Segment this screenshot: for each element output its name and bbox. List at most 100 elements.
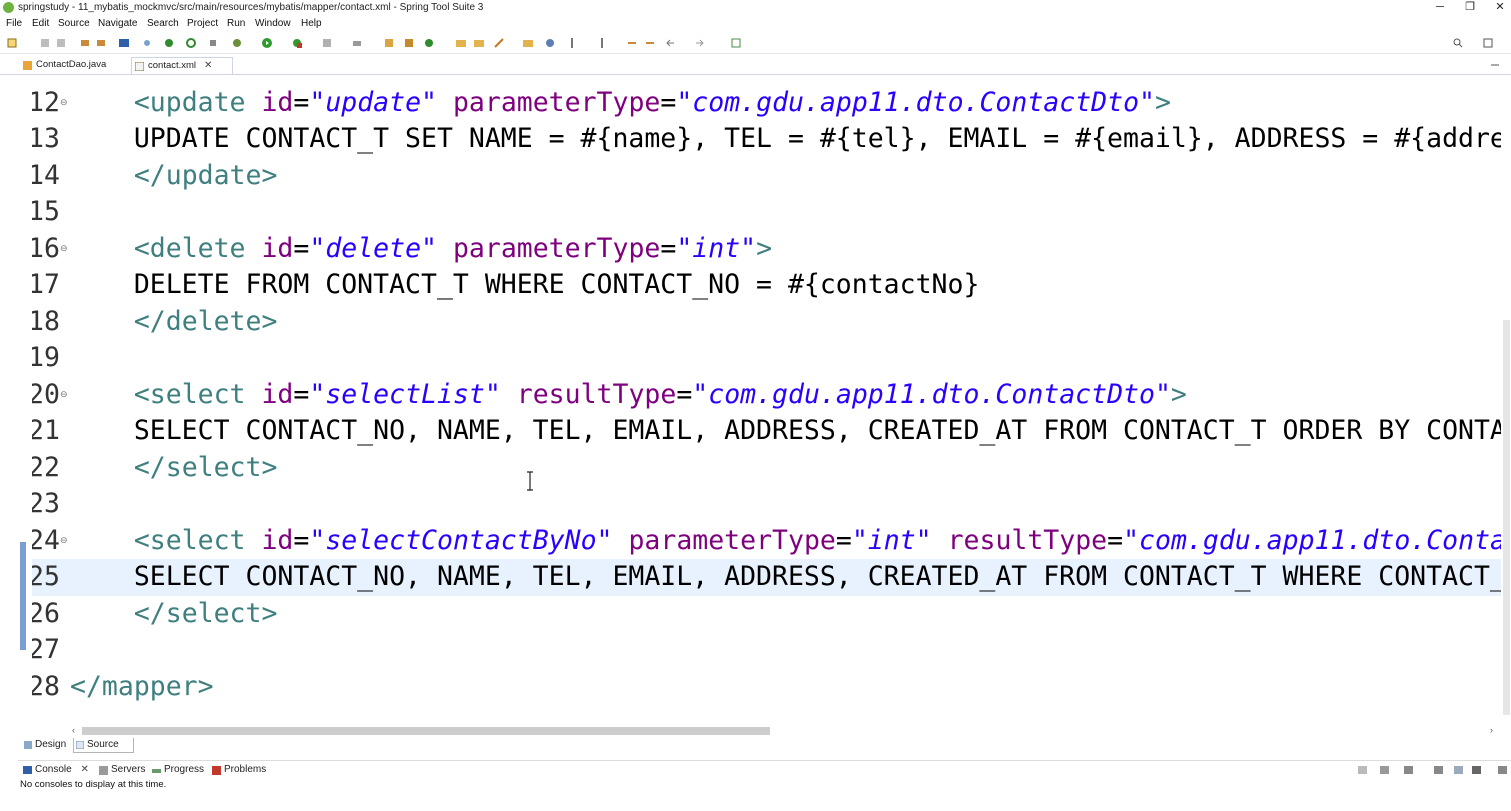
line-number: 26 xyxy=(32,597,60,629)
open-resource-icon[interactable] xyxy=(96,38,106,48)
code-line[interactable]: 21 SELECT CONTACT_NO, NAME, TEL, EMAIL, … xyxy=(32,413,1501,450)
code-line[interactable]: 26 </select> xyxy=(32,596,1501,633)
menu-window[interactable]: Window xyxy=(255,18,291,29)
line-number: 16 xyxy=(32,232,60,264)
skip-breakpoints-icon[interactable] xyxy=(142,38,152,48)
external-tools-icon[interactable] xyxy=(292,38,302,48)
fold-toggle-icon[interactable]: ⊖ xyxy=(60,390,68,400)
menu-navigate[interactable]: Navigate xyxy=(98,18,137,29)
tab-contact-xml[interactable]: contact.xml ✕ xyxy=(131,57,233,74)
last-edit-icon[interactable] xyxy=(627,38,637,48)
stop-icon[interactable] xyxy=(322,38,332,48)
back-icon[interactable] xyxy=(665,38,675,48)
annotation-ruler xyxy=(18,75,32,723)
code-line[interactable]: 13 UPDATE CONTACT_T SET NAME = #{name}, … xyxy=(32,121,1501,158)
horizontal-scrollbar[interactable]: ‹ › xyxy=(70,724,1501,737)
prev-annotation-icon[interactable] xyxy=(597,38,607,48)
fold-toggle-icon[interactable]: ⊖ xyxy=(60,536,68,546)
open-type-icon[interactable] xyxy=(80,38,90,48)
debug-icon[interactable] xyxy=(232,38,242,48)
close-tab-icon[interactable]: ✕ xyxy=(204,58,212,74)
code-line[interactable]: 25 SELECT CONTACT_NO, NAME, TEL, EMAIL, … xyxy=(32,559,1501,596)
new-package-icon[interactable] xyxy=(404,38,414,48)
open-perspective-icon[interactable] xyxy=(1483,38,1493,48)
open-folder-icon[interactable] xyxy=(456,38,466,48)
menu-search[interactable]: Search xyxy=(147,18,179,29)
new-class-icon[interactable] xyxy=(424,38,434,48)
main-toolbar xyxy=(0,33,1511,54)
line-number: 21 xyxy=(32,415,60,446)
web-browser-icon[interactable] xyxy=(545,38,555,48)
menu-help[interactable]: Help xyxy=(301,18,322,29)
tab-console[interactable]: Console ✕ xyxy=(22,764,89,775)
tab-problems[interactable]: Problems xyxy=(211,764,266,775)
terminal-icon[interactable] xyxy=(119,38,129,48)
horizontal-scroll-thumb[interactable] xyxy=(82,727,770,735)
tab-servers[interactable]: Servers xyxy=(98,764,145,775)
code-line[interactable]: 17 DELETE FROM CONTACT_T WHERE CONTACT_N… xyxy=(32,267,1501,304)
progress-icon xyxy=(152,769,161,773)
menu-project[interactable]: Project xyxy=(187,18,218,29)
line-number: 13 xyxy=(32,123,60,154)
change-marker xyxy=(20,542,26,650)
tab-progress[interactable]: Progress xyxy=(151,764,204,775)
code-line[interactable]: 22 </select> xyxy=(32,450,1501,487)
annotation-icon[interactable] xyxy=(523,38,533,48)
search-icon[interactable] xyxy=(1453,38,1463,48)
vertical-scroll-thumb[interactable] xyxy=(1503,320,1510,715)
line-number: 24 xyxy=(32,524,60,556)
code-line[interactable]: 19 xyxy=(32,340,1501,377)
spring-logo-icon xyxy=(3,2,14,13)
scroll-right-icon[interactable]: › xyxy=(1490,725,1493,735)
code-line[interactable]: 12 ⊖ <update id="update" parameterType="c… xyxy=(32,85,1501,122)
menu-run[interactable]: Run xyxy=(227,18,245,29)
save-icon[interactable] xyxy=(40,38,50,48)
new-java-project-icon[interactable] xyxy=(384,38,394,48)
tab-source[interactable]: Source xyxy=(73,738,134,753)
menu-file[interactable]: File xyxy=(6,18,22,29)
scroll-left-icon[interactable]: ‹ xyxy=(72,725,75,735)
pin-editor-icon[interactable] xyxy=(731,38,741,48)
tab-contactdao-java[interactable]: ContactDao.java xyxy=(20,57,144,73)
run-icon[interactable] xyxy=(262,38,272,48)
next-annotation-icon[interactable] xyxy=(567,38,577,48)
save-all-icon[interactable] xyxy=(56,38,66,48)
forward-icon[interactable] xyxy=(695,38,705,48)
boot-dashboard-icon[interactable] xyxy=(164,38,174,48)
line-number: 15 xyxy=(32,196,60,227)
console-toolbar-icons[interactable] xyxy=(1358,765,1508,775)
tab-progress-label: Progress xyxy=(164,764,205,775)
fold-toggle-icon[interactable]: ⊖ xyxy=(60,244,68,254)
tools-icon[interactable] xyxy=(208,38,218,48)
code-line[interactable]: 20 ⊖ <select id="selectList" resultType="… xyxy=(32,377,1501,414)
code-editor[interactable]: 1112⊖ <update id="update" parameterType=… xyxy=(32,75,1501,723)
code-line[interactable]: 23 xyxy=(32,486,1501,523)
code-line[interactable]: 28 </mapper> xyxy=(32,669,1501,706)
source-icon xyxy=(76,741,84,749)
code-line[interactable]: 14 </update> xyxy=(32,158,1501,195)
minimize-editor-icon[interactable] xyxy=(1490,60,1500,70)
code-line[interactable]: 27 xyxy=(32,632,1501,669)
code-line[interactable]: 16 ⊖ <delete id="delete" parameterType="i… xyxy=(32,231,1501,268)
new-icon[interactable] xyxy=(7,38,17,48)
editor-mode-tabs: Design Source xyxy=(18,738,1511,754)
code-line[interactable]: 11 xyxy=(32,75,1501,85)
forward-edit-icon[interactable] xyxy=(645,38,655,48)
tab-problems-label: Problems xyxy=(224,764,267,775)
fold-toggle-icon[interactable]: ⊖ xyxy=(60,98,68,108)
vertical-scrollbar[interactable] xyxy=(1502,75,1511,723)
restore-button[interactable]: ❐ xyxy=(1455,0,1485,14)
refresh-icon[interactable] xyxy=(186,38,196,48)
open-file-icon[interactable] xyxy=(474,38,484,48)
disconnect-icon[interactable] xyxy=(352,38,362,48)
close-console-icon[interactable]: ✕ xyxy=(80,764,88,775)
tab-design-label: Design xyxy=(35,739,67,750)
menu-source[interactable]: Source xyxy=(58,18,90,29)
pen-icon[interactable] xyxy=(494,38,504,48)
menu-edit[interactable]: Edit xyxy=(32,18,49,29)
minimize-button[interactable]: ─ xyxy=(1425,0,1455,14)
code-line[interactable]: 24 ⊖ <select id="selectContactByNo" param… xyxy=(32,523,1501,560)
code-line[interactable]: 18 </delete> xyxy=(32,304,1501,341)
close-button[interactable]: ✕ xyxy=(1485,0,1511,14)
code-line[interactable]: 15 xyxy=(32,194,1501,231)
